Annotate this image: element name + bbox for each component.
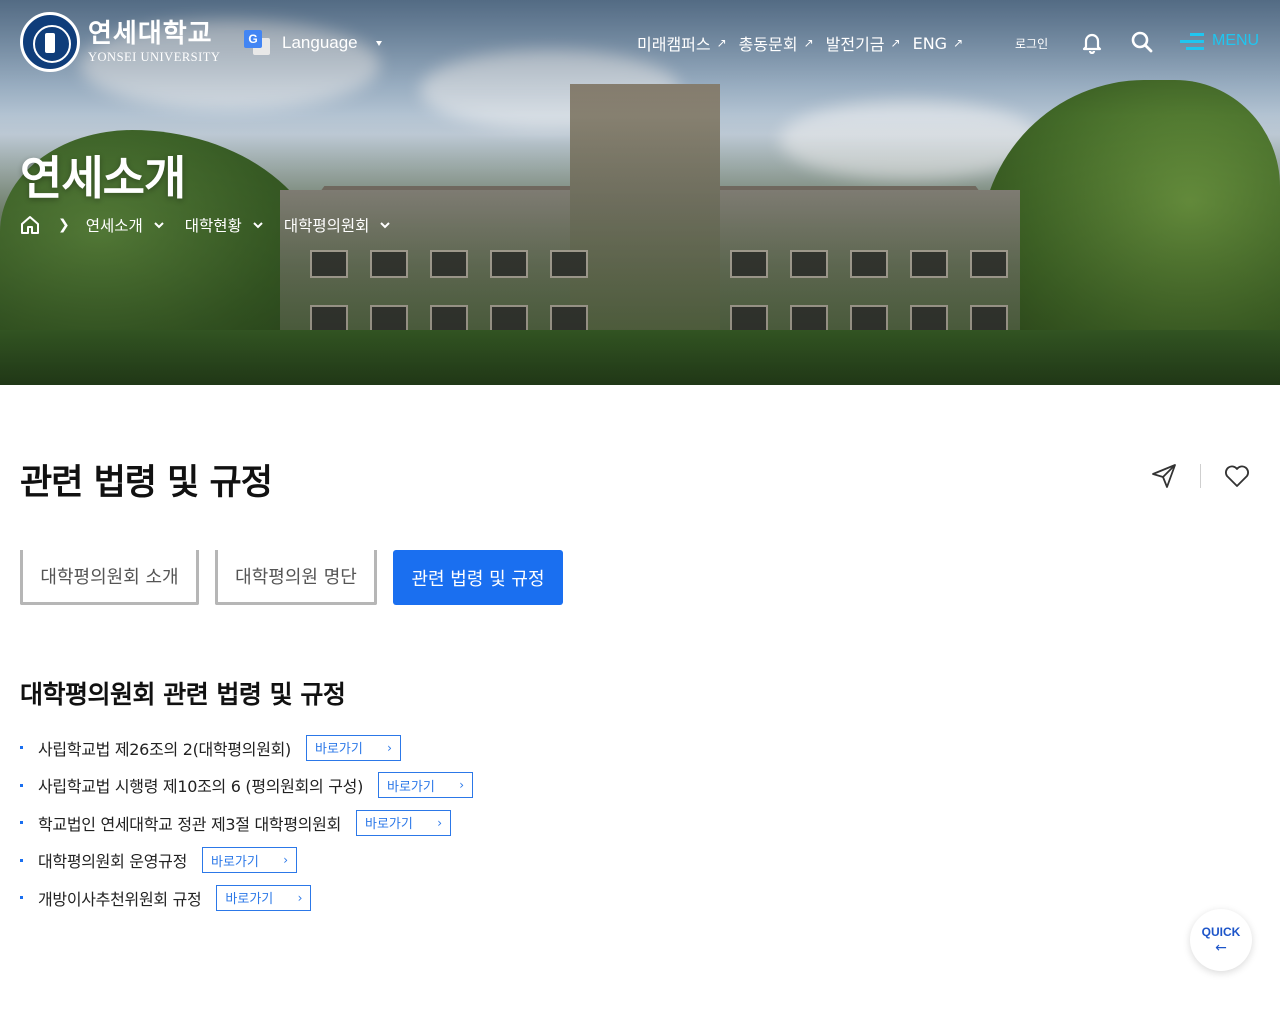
goto-label: 바로가기 (387, 779, 435, 795)
bullet-icon (20, 896, 23, 900)
university-logo[interactable]: 연세대학교 YONSEI UNIVERSITY (20, 12, 220, 72)
quick-label: QUICK (1201, 925, 1241, 939)
chevron-down-icon (380, 222, 391, 229)
language-label: Language (282, 33, 358, 52)
site-header: 연세대학교 YONSEI UNIVERSITY G Language 미래캠퍼스… (0, 0, 1280, 85)
tab-regulations[interactable]: 관련 법령 및 규정 (393, 550, 563, 605)
section-title: 관련 법령 및 규정 (20, 463, 273, 503)
nav-label: ENG (912, 33, 948, 53)
regulation-text: 개방이사추천위원회 규정 (38, 889, 202, 909)
caret-down-icon (375, 40, 382, 46)
goto-button[interactable]: 바로가기 › (202, 847, 297, 874)
nav-future-campus[interactable]: 미래캠퍼스 ↗ (637, 31, 727, 55)
chevron-down-icon (253, 222, 263, 229)
regulation-text: 사립학교법 제26조의 2(대학평의원회) (38, 739, 291, 759)
breadcrumb-item[interactable]: 연세소개 (86, 214, 165, 236)
logo-name-en: YONSEI UNIVERSITY (88, 49, 221, 64)
chevron-right-icon: › (283, 853, 288, 868)
nav-english[interactable]: ENG ↗ (913, 31, 964, 55)
bullet-icon (20, 783, 23, 787)
logo-text: 연세대학교 YONSEI UNIVERSITY (88, 21, 220, 64)
top-nav: 미래캠퍼스 ↗ 총동문회 ↗ 발전기금 ↗ ENG ↗ (637, 31, 963, 55)
list-item: 사립학교법 제26조의 2(대학평의원회) 바로가기 › (20, 729, 473, 767)
page-actions (1150, 462, 1251, 490)
external-link-icon: ↗ (890, 36, 901, 50)
chevron-right-icon: › (297, 890, 303, 905)
search-icon[interactable] (1130, 30, 1154, 54)
external-link-icon: ↗ (803, 36, 814, 50)
tab-council-intro[interactable]: 대학평의원회 소개 (20, 550, 199, 605)
menu-button[interactable]: MENU (1180, 31, 1259, 51)
bullet-icon (20, 858, 23, 862)
goto-label: 바로가기 (225, 892, 274, 908)
breadcrumb-label: 연세소개 (85, 217, 143, 235)
goto-button[interactable]: 바로가기 › (216, 884, 312, 911)
bell-icon[interactable] (1080, 30, 1104, 54)
nav-label: 발전기금 (825, 35, 885, 54)
regulation-text: 사립학교법 시행령 제10조의 6 (평의원회의 구성) (38, 777, 364, 797)
nav-label: 미래캠퍼스 (637, 35, 711, 54)
chevron-right-icon: ❯ (58, 217, 70, 233)
breadcrumb-item[interactable]: 대학평의원회 (284, 214, 392, 236)
chevron-down-icon (154, 222, 164, 229)
share-icon[interactable] (1150, 462, 1178, 490)
bullet-icon (20, 746, 23, 750)
nav-development-fund[interactable]: 발전기금 ↗ (826, 31, 901, 55)
list-title: 대학평의원회 관련 법령 및 규정 (20, 680, 346, 709)
quick-menu-button[interactable]: QUICK ← (1190, 909, 1252, 971)
content-tabs: 대학평의원회 소개 대학평의원 명단 관련 법령 및 규정 (20, 550, 563, 605)
chevron-right-icon: › (459, 778, 465, 793)
chevron-right-icon: › (387, 740, 392, 755)
arrow-left-icon: ← (1215, 940, 1227, 956)
university-seal-icon (20, 12, 80, 72)
nav-label: 총동문회 (738, 35, 798, 54)
goto-button[interactable]: 바로가기 › (305, 734, 401, 761)
home-icon[interactable] (20, 215, 40, 235)
goto-button[interactable]: 바로가기 › (356, 809, 452, 836)
goto-label: 바로가기 (314, 742, 363, 758)
tab-council-members[interactable]: 대학평의원 명단 (215, 550, 377, 605)
breadcrumb-label: 대학현황 (184, 217, 242, 235)
divider (1200, 464, 1201, 488)
list-item: 학교법인 연세대학교 정관 제3절 대학평의원회 바로가기 › (20, 804, 473, 842)
breadcrumb-label: 대학평의원회 (283, 217, 370, 235)
google-translate-icon: G (244, 30, 270, 56)
goto-label: 바로가기 (211, 854, 259, 870)
breadcrumb-item[interactable]: 대학현황 (185, 214, 264, 236)
nav-alumni[interactable]: 총동문회 ↗ (739, 31, 814, 55)
hamburger-icon (1180, 31, 1204, 51)
language-selector[interactable]: G Language (244, 30, 382, 56)
goto-label: 바로가기 (365, 817, 413, 833)
page-title: 연세소개 (20, 151, 186, 205)
list-item: 대학평의원회 운영규정 바로가기 › (20, 842, 473, 880)
list-item: 개방이사추천위원회 규정 바로가기 › (20, 879, 473, 917)
login-link[interactable]: 로그인 (1015, 35, 1048, 52)
list-item: 사립학교법 시행령 제10조의 6 (평의원회의 구성) 바로가기 › (20, 767, 474, 805)
breadcrumb: ❯ 연세소개 대학현황 대학평의원회 (20, 214, 411, 236)
chevron-right-icon: › (437, 815, 443, 830)
heart-icon[interactable] (1223, 462, 1251, 490)
external-link-icon: ↗ (716, 36, 727, 50)
regulation-text: 학교법인 연세대학교 정관 제3절 대학평의원회 (38, 814, 342, 834)
regulation-list: 사립학교법 제26조의 2(대학평의원회) 바로가기 › 사립학교법 시행령 제… (20, 729, 474, 917)
goto-button[interactable]: 바로가기 › (378, 772, 474, 799)
bullet-icon (20, 821, 23, 825)
logo-name-ko: 연세대학교 (88, 18, 213, 49)
regulation-text: 대학평의원회 운영규정 (38, 852, 187, 872)
menu-label: MENU (1212, 32, 1260, 49)
external-link-icon: ↗ (953, 36, 964, 50)
